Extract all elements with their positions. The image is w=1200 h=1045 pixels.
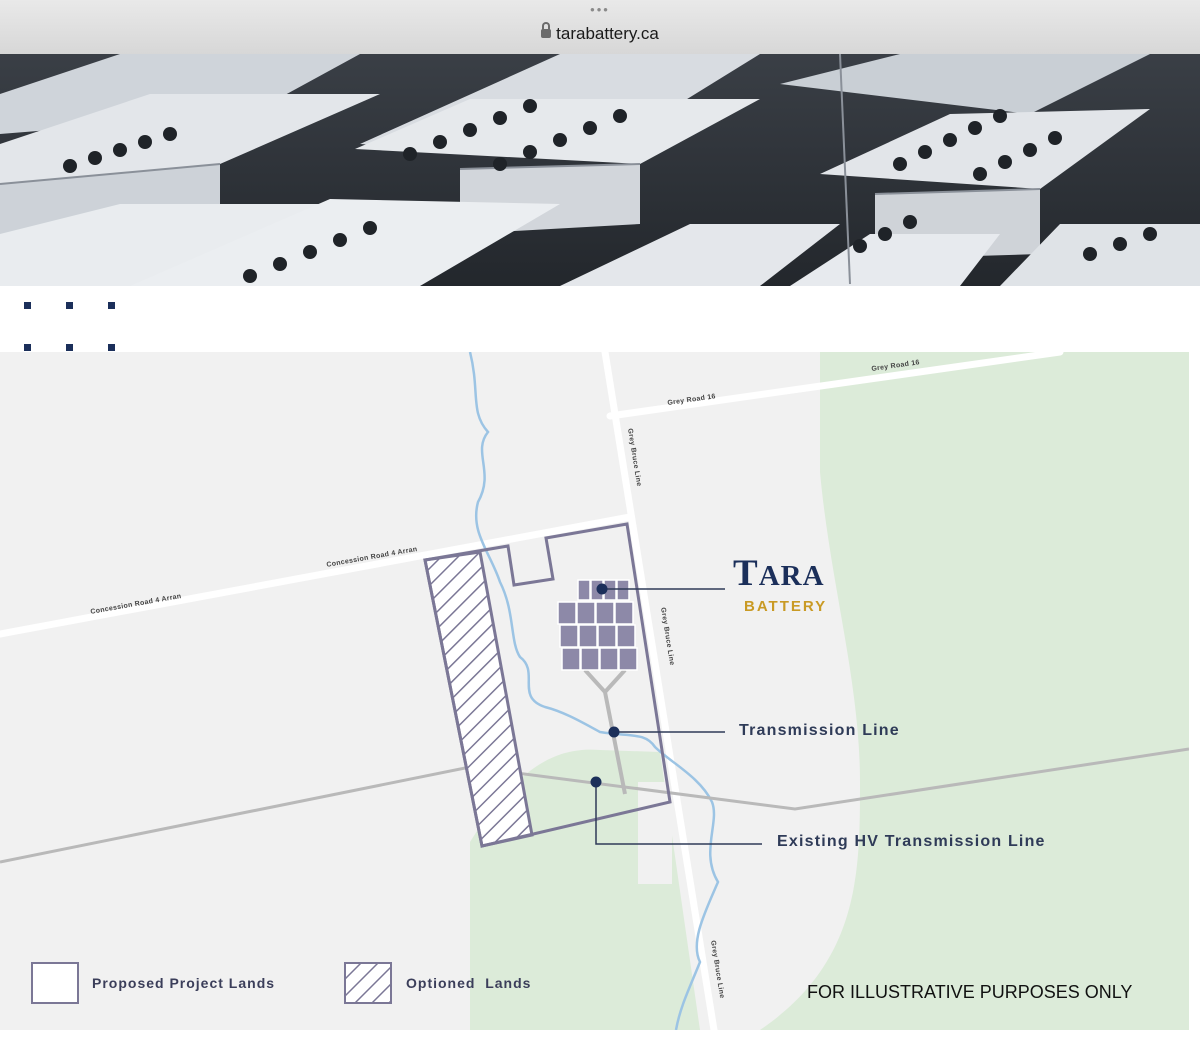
callout-existing-hv-line: Existing HV Transmission Line [777,833,1046,850]
project-site-map: Grey Road 16 Grey Road 16 Grey Bruce Lin… [0,352,1189,1030]
callout-transmission-line: Transmission Line [739,722,900,739]
url-text: tarabattery.ca [556,24,659,43]
battery-logo-text: BATTERY [744,598,828,615]
optioned-lands-area [423,550,534,848]
grid-dot [66,302,73,309]
battery-containers-illustration [0,54,1200,286]
legend-proposed-swatch [31,962,79,1004]
legend-proposed-label: Proposed Project Lands [92,975,276,991]
callout-dot-hv [590,776,602,788]
grid-dot [108,344,115,351]
grid-dot [24,302,31,309]
battery-array [557,579,638,671]
callout-dot-transmission [608,726,620,738]
legend-optioned-label: Optioned Lands [406,975,532,991]
hero-image [0,54,1200,286]
legend-optioned-swatch [344,962,392,1004]
browser-url-bar[interactable]: ••• tarabattery.ca [0,0,1200,54]
grid-dot [66,344,73,351]
illustrative-disclaimer: FOR ILLUSTRATIVE PURPOSES ONLY [807,982,1133,1002]
tara-logo-initial: T [733,553,759,594]
tara-logo: TARA [733,552,825,595]
browser-address[interactable]: tarabattery.ca [0,22,1200,44]
lock-icon [541,22,552,38]
callout-dot-battery [596,583,608,595]
map-graphics [0,352,1189,1030]
green-area-east [760,352,1189,1030]
concession-road [0,513,634,638]
tara-logo-rest: ARA [758,560,825,592]
browser-menu-dots[interactable]: ••• [0,2,1200,17]
clearing [638,782,672,884]
grid-dot [24,344,31,351]
grid-dot [108,302,115,309]
